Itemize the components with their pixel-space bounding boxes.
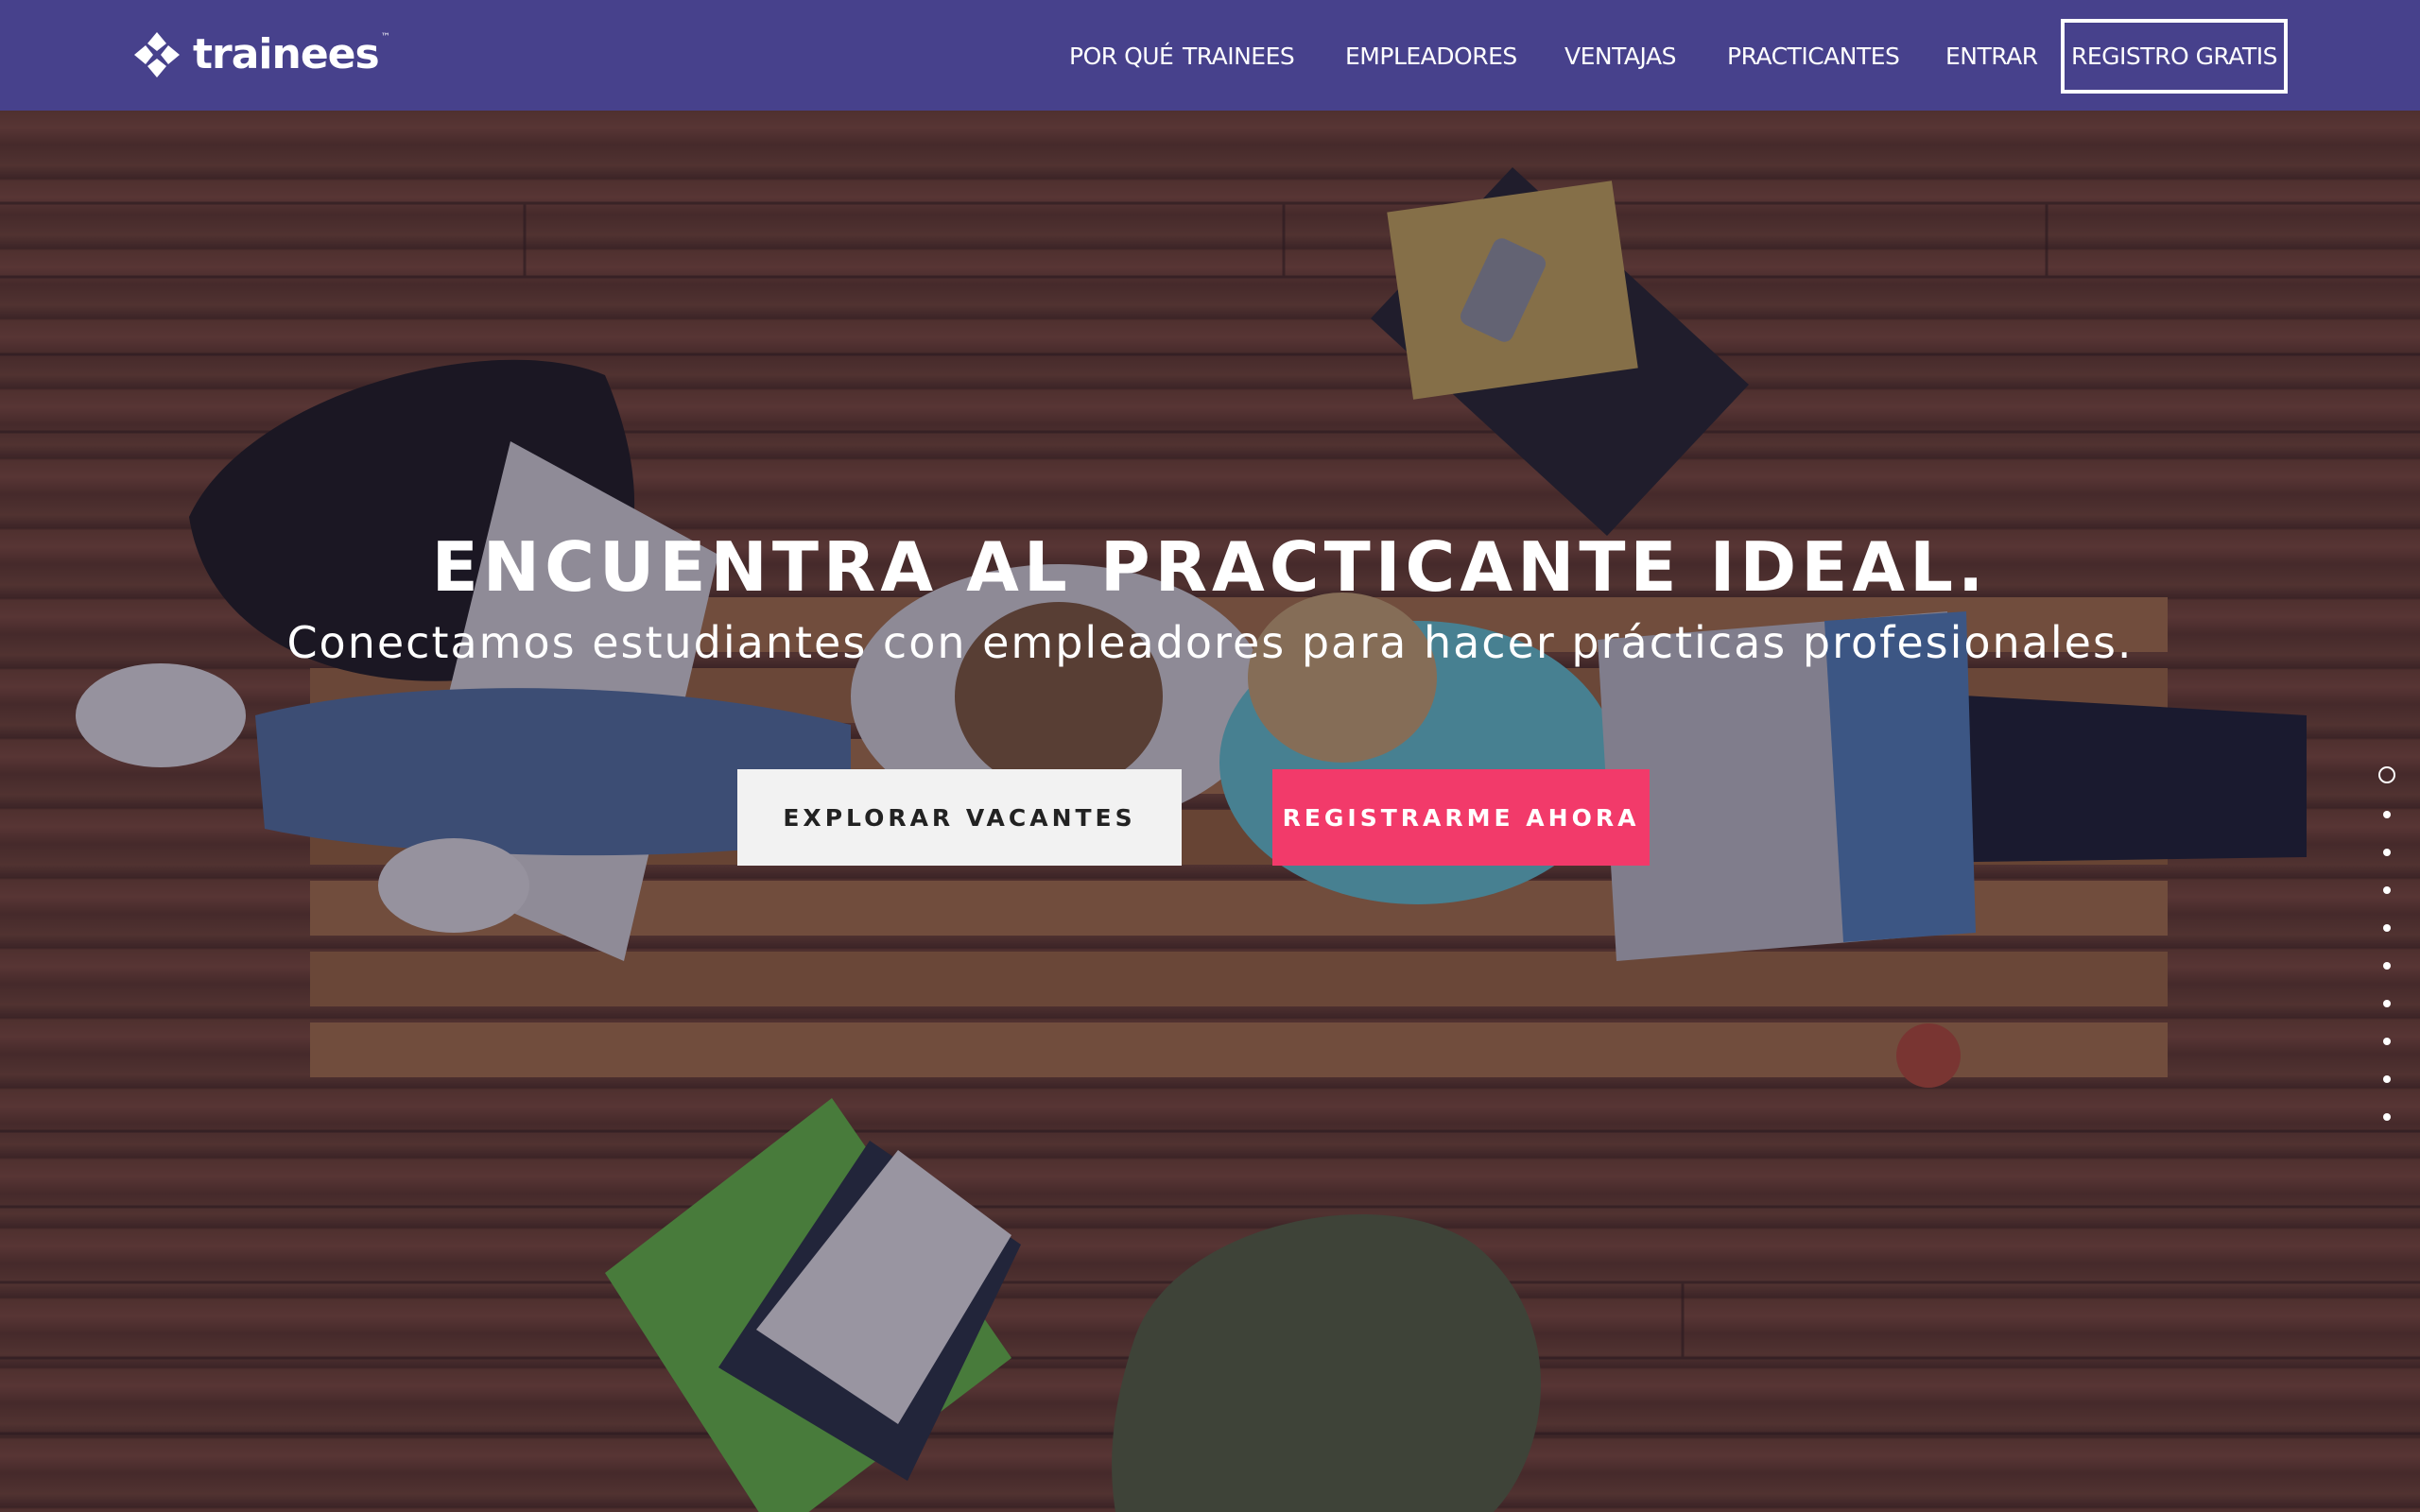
pagination-dot-1[interactable] bbox=[2378, 766, 2395, 783]
pagination-dot-6[interactable] bbox=[2383, 962, 2391, 970]
nav-link-entrar[interactable]: ENTRAR bbox=[1945, 42, 2038, 72]
pagination-dot-2[interactable] bbox=[2383, 811, 2391, 818]
hero-section: ENCUENTRA AL PRACTICANTE IDEAL. Conectam… bbox=[0, 111, 2420, 1512]
hero-subtitle: Conectamos estudiantes con empleadores p… bbox=[286, 617, 2134, 668]
brand-trademark: ™ bbox=[380, 32, 390, 43]
nav-link-practicantes[interactable]: PRACTICANTES bbox=[1727, 42, 1900, 72]
hero-title: ENCUENTRA AL PRACTICANTE IDEAL. bbox=[431, 527, 1989, 607]
pagination-dot-5[interactable] bbox=[2383, 924, 2391, 932]
pagination-dot-8[interactable] bbox=[2383, 1038, 2391, 1045]
hero-dark-overlay bbox=[0, 111, 2420, 1512]
nav-link-trainees[interactable]: TRAINEES bbox=[1183, 42, 1295, 72]
pagination-dot-4[interactable] bbox=[2383, 886, 2391, 894]
pagination-dot-3[interactable] bbox=[2383, 849, 2391, 856]
pagination-dot-9[interactable] bbox=[2383, 1075, 2391, 1083]
pagination-dot-7[interactable] bbox=[2383, 1000, 2391, 1007]
pagination-dot-10[interactable] bbox=[2383, 1113, 2391, 1121]
explore-vacancies-button[interactable]: EXPLORAR VACANTES bbox=[737, 769, 1182, 866]
nav-link-ventajas[interactable]: VENTAJAS bbox=[1564, 42, 1676, 72]
top-navbar: trainees ™ POR QUÉ TRAINEES EMPLEADORES … bbox=[0, 0, 2420, 111]
nav-link-empleadores[interactable]: EMPLEADORES bbox=[1345, 42, 1517, 72]
register-now-button[interactable]: REGISTRARME AHORA bbox=[1272, 769, 1650, 866]
brand-name: trainees bbox=[193, 30, 380, 78]
brand-logo[interactable]: trainees ™ bbox=[132, 28, 390, 81]
section-pagination bbox=[2377, 0, 2399, 1512]
nav-link-por-que[interactable]: POR QUÉ bbox=[1069, 42, 1174, 72]
trainees-logo-icon bbox=[134, 32, 180, 77]
register-free-button[interactable]: REGISTRO GRATIS bbox=[2061, 19, 2288, 94]
